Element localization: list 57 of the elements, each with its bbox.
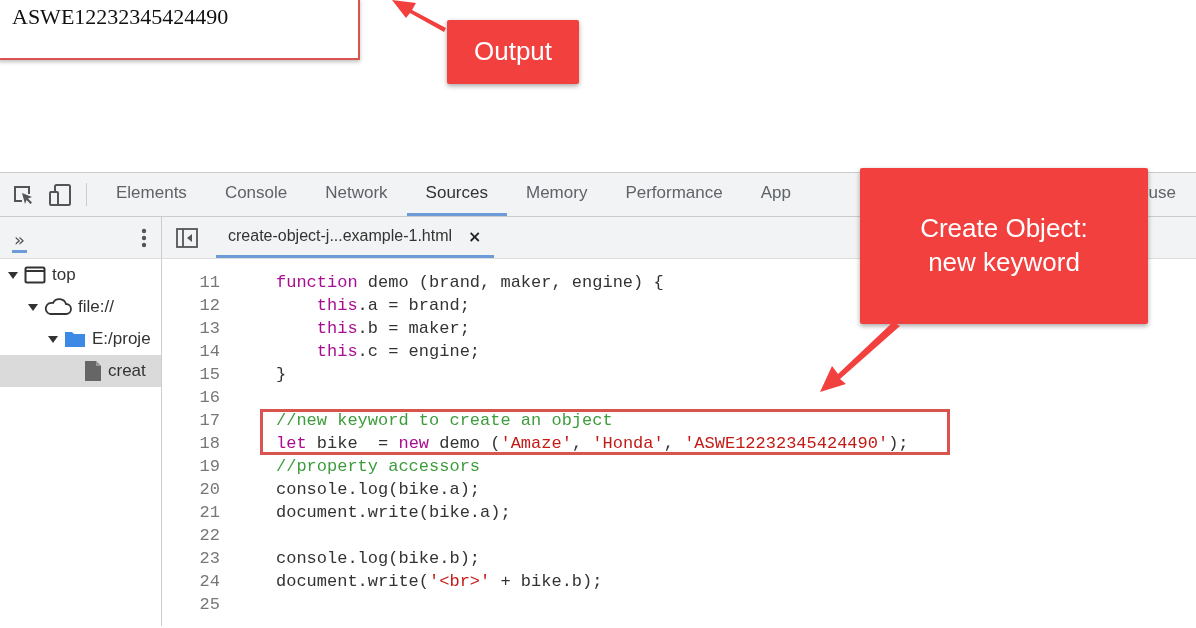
panel-tab[interactable]: Elements — [97, 173, 206, 216]
panel-tab[interactable]: use — [1148, 173, 1196, 216]
line-number: 17 — [198, 410, 221, 432]
code-line: document.write(bike.a); — [276, 502, 511, 524]
line-number: 25 — [198, 594, 221, 616]
panel-tab[interactable]: Performance — [606, 173, 742, 216]
line-number: 19 — [198, 456, 221, 478]
code-line: //new keyword to create an object — [276, 410, 613, 432]
line-number: 16 — [198, 387, 221, 409]
panel-tab[interactable]: App — [741, 173, 810, 216]
tree-item-label[interactable]: top — [52, 265, 76, 285]
file-tab[interactable]: create-object-j...example-1.html × — [216, 217, 494, 258]
line-number: 23 — [198, 548, 221, 570]
close-tab-button[interactable]: × — [468, 226, 482, 246]
panel-tab[interactable]: Memory — [507, 173, 607, 216]
window-icon — [24, 266, 46, 284]
file-tab-label[interactable]: create-object-j...example-1.html — [228, 227, 453, 245]
code-line: document.write('<br>' + bike.b); — [276, 571, 603, 593]
line-number: 12 — [198, 295, 221, 317]
collapse-triangle-icon[interactable] — [28, 302, 38, 312]
more-options-icon[interactable] — [141, 227, 147, 248]
output-box: ASWE12232345424490 — [0, 0, 360, 60]
code-line: this.a = brand; — [316, 295, 470, 317]
line-number: 18 — [198, 433, 221, 455]
code-line: } — [276, 364, 287, 386]
line-number: 24 — [198, 571, 221, 593]
line-number: 21 — [198, 502, 221, 524]
line-number: 15 — [198, 364, 221, 386]
code-line: console.log(bike.b); — [276, 548, 481, 570]
collapse-triangle-icon[interactable] — [8, 270, 18, 280]
callout-arrow — [392, 0, 446, 32]
cloud-icon — [44, 298, 72, 316]
tree-item-label[interactable]: E:/proje — [92, 329, 151, 349]
code-line: console.log(bike.a); — [276, 479, 481, 501]
code-line: this.c = engine; — [316, 341, 481, 363]
line-number: 14 — [198, 341, 221, 363]
line-number: 11 — [198, 272, 221, 294]
tree-item-label[interactable]: creat — [108, 361, 146, 381]
line-number: 20 — [198, 479, 221, 501]
line-number: 13 — [198, 318, 221, 340]
line-number: 22 — [198, 525, 221, 547]
tree-item-label[interactable]: file:// — [78, 297, 114, 317]
more-panels-button[interactable]: » — [12, 228, 27, 253]
toggle-navigator-icon[interactable] — [176, 228, 198, 248]
panel-tab[interactable]: Console — [205, 173, 307, 216]
folder-icon — [64, 330, 86, 348]
code-line: //property accessors — [276, 456, 481, 478]
code-line: let bike = new demo ('Amaze', 'Honda', 'ASWE12232345424490'); — [276, 433, 909, 455]
collapse-triangle-icon[interactable] — [48, 334, 58, 344]
device-toolbar-icon[interactable] — [48, 182, 72, 207]
inspect-element-icon[interactable] — [12, 183, 34, 206]
document-icon — [84, 360, 102, 382]
panel-tab[interactable]: Network — [306, 173, 407, 216]
code-line: function demo (brand, maker, engine) { — [276, 272, 664, 294]
code-line: this.b = maker; — [316, 318, 470, 340]
callout-label: Create Object: new keyword — [860, 168, 1148, 324]
callout-label: Output — [447, 20, 579, 84]
